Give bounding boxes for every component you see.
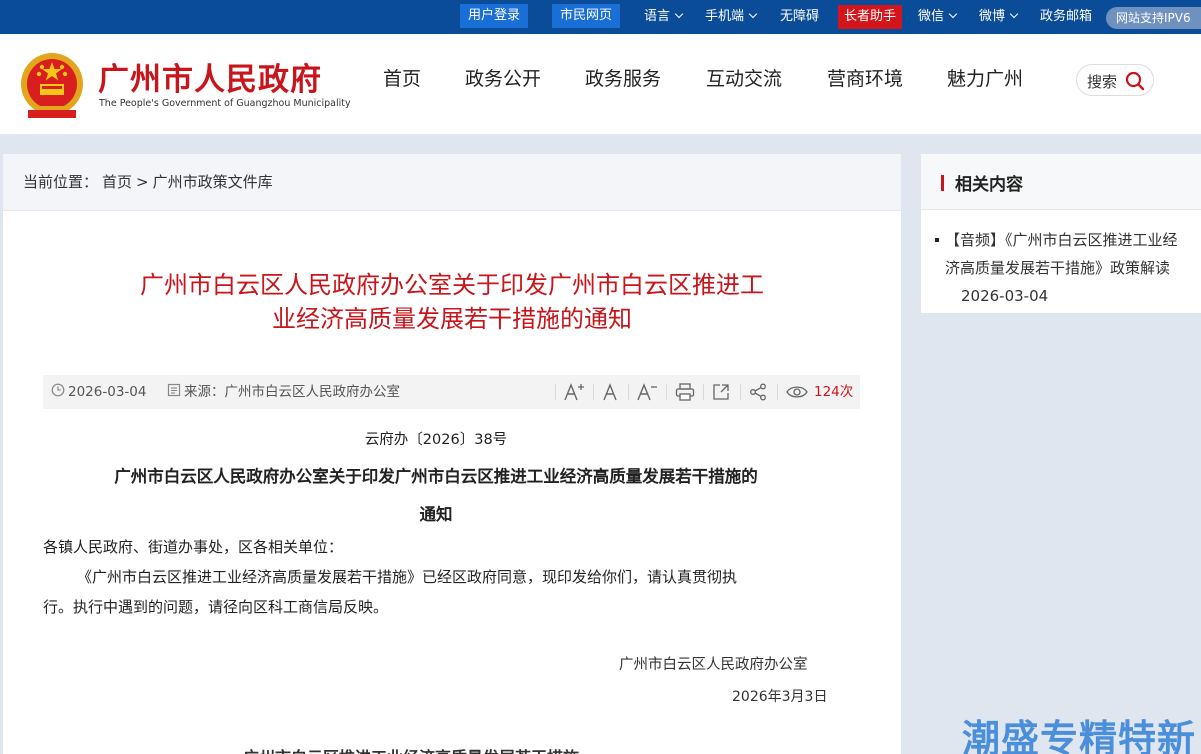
- article-title-line: 广州市白云区人民政府办公室关于印发广州市白云区推进工: [140, 271, 764, 299]
- share-icon[interactable]: [749, 383, 767, 401]
- breadcrumb: 当前位置： 首页 > 广州市政策文件库: [3, 154, 901, 211]
- related-content-title: 相关内容: [955, 175, 1023, 195]
- wechat-label: 微信: [918, 9, 945, 24]
- mobile-menu[interactable]: 手机端: [705, 0, 758, 34]
- related-content-panel: 相关内容 【音频】《广州市白云区推进工业经济高质量发展若干措施》政策解读 2026…: [921, 154, 1201, 313]
- font-decrease-icon[interactable]: [636, 382, 658, 402]
- paragraph: 《广州市白云区推进工业经济高质量发展若干措施》已经区政府同意，现印发给你们，请认…: [77, 568, 738, 586]
- related-content-header: 相关内容: [921, 154, 1201, 210]
- ipv6-badge: 网站支持IPV6: [1106, 7, 1201, 29]
- body-title-line: 广州市白云区人民政府办公室关于印发广州市白云区推进工业经济高质量发展若干措施的: [114, 467, 758, 486]
- chevron-down-icon: [948, 9, 958, 19]
- article-panel: 当前位置： 首页 > 广州市政策文件库 广州市白云区人民政府办公室关于印发广州市白云区…: [3, 154, 901, 754]
- language-label: 语言: [644, 9, 671, 24]
- gov-mail-link[interactable]: 政务邮箱: [1040, 0, 1092, 34]
- nav-business-env[interactable]: 营商环境: [827, 64, 903, 91]
- article-meta-bar: 2026-03-04 来源：广州市白云区人民政府办公室 124次: [43, 375, 860, 409]
- article-title-line: 业经济高质量发展若干措施的通知: [272, 305, 632, 333]
- clock-icon: [51, 383, 65, 397]
- article-title: 广州市白云区人民政府办公室关于印发广州市白云区推进工 业经济高质量发展若干措施的…: [43, 268, 861, 336]
- chevron-down-icon: [748, 9, 758, 19]
- citizen-page-button[interactable]: 市民网页: [552, 4, 621, 28]
- breadcrumb-prefix: 当前位置：: [23, 173, 99, 191]
- related-item-date: 2026-03-04: [961, 287, 1049, 305]
- elder-helper-button[interactable]: 长者助手: [838, 5, 903, 29]
- article-source: 来源：广州市白云区人民政府办公室: [184, 384, 400, 400]
- wechat-menu[interactable]: 微信: [918, 0, 958, 34]
- font-normal-icon[interactable]: [601, 382, 619, 402]
- search-label: 搜索: [1087, 73, 1118, 91]
- chevron-down-icon: [1009, 9, 1019, 19]
- paragraph: 行。执行中遇到的问题，请径向区科工商信局反映。: [43, 598, 389, 616]
- weibo-label: 微博: [979, 9, 1006, 24]
- document-icon: [167, 383, 181, 397]
- divider: [777, 384, 778, 400]
- eye-icon: [786, 386, 808, 398]
- accessibility-link[interactable]: 无障碍: [780, 0, 819, 34]
- sign-date: 2026年3月3日: [732, 689, 828, 705]
- nav-charm-guangzhou[interactable]: 魅力广州: [947, 64, 1023, 91]
- divider: [703, 384, 704, 400]
- top-bar: 用户登录 市民网页 语言 手机端 无障碍 长者助手 微信 微博 政务邮箱 网站支…: [0, 0, 1201, 34]
- site-title[interactable]: 广州市人民政府: [98, 54, 322, 99]
- login-button[interactable]: 用户登录: [460, 4, 529, 28]
- site-subtitle: The People's Government of Guangzhou Mun…: [99, 98, 351, 109]
- share-export-icon[interactable]: [712, 383, 730, 401]
- search-icon: [1125, 71, 1145, 91]
- body-title-line: 通知: [419, 505, 453, 524]
- print-icon[interactable]: [675, 383, 695, 401]
- signer: 广州市白云区人民政府办公室: [619, 657, 808, 673]
- view-count: 124次: [814, 384, 854, 400]
- search-button[interactable]: 搜索: [1076, 64, 1154, 96]
- addressee: 各镇人民政府、街道办事处，区各相关单位：: [43, 538, 344, 556]
- site-header: 广州市人民政府 The People's Government of Guang…: [0, 34, 1201, 134]
- nav-gov-open[interactable]: 政务公开: [465, 64, 541, 91]
- related-item-text[interactable]: 【音频】《广州市白云区推进工业经济高质量发展若干措施》政策解读: [945, 231, 1178, 277]
- divider: [740, 384, 741, 400]
- breadcrumb-home[interactable]: 首页: [102, 173, 132, 191]
- breadcrumb-separator: >: [136, 173, 149, 191]
- divider: [555, 384, 556, 400]
- national-emblem-logo[interactable]: [18, 48, 86, 122]
- chevron-down-icon: [674, 9, 684, 19]
- weibo-menu[interactable]: 微博: [979, 0, 1019, 34]
- bullet: [935, 238, 939, 242]
- breadcrumb-current[interactable]: 广州市政策文件库: [153, 173, 273, 191]
- related-item[interactable]: 【音频】《广州市白云区推进工业经济高质量发展若干措施》政策解读 2026-03-0…: [935, 226, 1190, 310]
- watermark-text: 潮盛专精特新: [962, 717, 1197, 754]
- divider: [628, 384, 629, 400]
- divider: [666, 384, 667, 400]
- publish-date: 2026-03-04: [68, 384, 147, 400]
- mobile-label: 手机端: [705, 9, 745, 24]
- body-title: 广州市白云区人民政府办公室关于印发广州市白云区推进工业经济高质量发展若干措施的 …: [43, 458, 829, 534]
- font-increase-icon[interactable]: [563, 382, 585, 402]
- document-number: 云府办〔2026〕38号: [364, 432, 508, 448]
- nav-interaction[interactable]: 互动交流: [706, 64, 782, 91]
- next-section-title: 广州市白云区推进工业经济高质量发展若干措施: [243, 744, 579, 754]
- nav-gov-service[interactable]: 政务服务: [585, 64, 661, 91]
- divider: [593, 384, 594, 400]
- nav-home[interactable]: 首页: [383, 64, 421, 91]
- accent-bar: [941, 175, 944, 191]
- language-menu[interactable]: 语言: [644, 0, 684, 34]
